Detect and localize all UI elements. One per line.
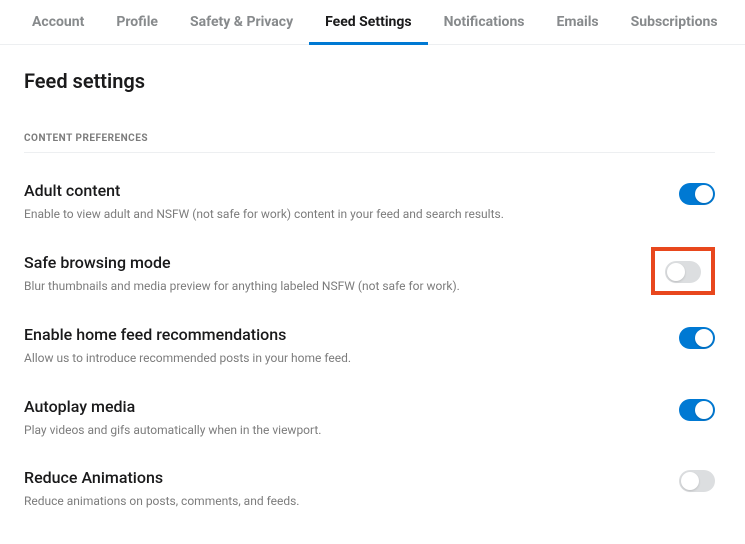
toggle-reduce-animations[interactable] xyxy=(679,470,715,492)
setting-reduce-animations: Reduce Animations Reduce animations on p… xyxy=(24,468,715,510)
section-label-content-preferences: CONTENT PREFERENCES xyxy=(24,133,715,153)
setting-home-feed-recommendations: Enable home feed recommendations Allow u… xyxy=(24,325,715,367)
toggle-knob xyxy=(681,472,699,490)
setting-text: Safe browsing mode Blur thumbnails and m… xyxy=(24,253,651,295)
page-title: Feed settings xyxy=(24,69,715,93)
setting-autoplay-media: Autoplay media Play videos and gifs auto… xyxy=(24,397,715,439)
setting-text: Reduce Animations Reduce animations on p… xyxy=(24,468,679,510)
highlight-box xyxy=(651,247,715,295)
setting-description: Blur thumbnails and media preview for an… xyxy=(24,278,631,295)
toggle-knob xyxy=(695,185,713,203)
tab-feed-settings[interactable]: Feed Settings xyxy=(309,0,427,44)
tab-safety-privacy[interactable]: Safety & Privacy xyxy=(174,0,309,44)
toggle-knob xyxy=(695,329,713,347)
content-area: Feed settings CONTENT PREFERENCES Adult … xyxy=(0,45,745,510)
toggle-autoplay-media[interactable] xyxy=(679,399,715,421)
setting-description: Reduce animations on posts, comments, an… xyxy=(24,493,659,510)
setting-description: Allow us to introduce recommended posts … xyxy=(24,350,659,367)
setting-text: Autoplay media Play videos and gifs auto… xyxy=(24,397,679,439)
tab-profile[interactable]: Profile xyxy=(100,0,174,44)
setting-description: Enable to view adult and NSFW (not safe … xyxy=(24,206,659,223)
settings-tabs: Account Profile Safety & Privacy Feed Se… xyxy=(0,0,745,45)
toggle-safe-browsing[interactable] xyxy=(665,261,701,283)
tab-subscriptions[interactable]: Subscriptions xyxy=(615,0,734,44)
toggle-adult-content[interactable] xyxy=(679,183,715,205)
tab-emails[interactable]: Emails xyxy=(541,0,615,44)
toggle-knob xyxy=(695,401,713,419)
setting-adult-content: Adult content Enable to view adult and N… xyxy=(24,181,715,223)
setting-title: Enable home feed recommendations xyxy=(24,325,659,344)
setting-safe-browsing: Safe browsing mode Blur thumbnails and m… xyxy=(24,253,715,295)
toggle-knob xyxy=(667,263,685,281)
setting-title: Reduce Animations xyxy=(24,468,659,487)
setting-title: Safe browsing mode xyxy=(24,253,631,272)
setting-text: Adult content Enable to view adult and N… xyxy=(24,181,679,223)
setting-text: Enable home feed recommendations Allow u… xyxy=(24,325,679,367)
setting-title: Autoplay media xyxy=(24,397,659,416)
setting-description: Play videos and gifs automatically when … xyxy=(24,422,659,439)
tab-account[interactable]: Account xyxy=(16,0,100,44)
setting-title: Adult content xyxy=(24,181,659,200)
toggle-home-feed-recommendations[interactable] xyxy=(679,327,715,349)
tab-notifications[interactable]: Notifications xyxy=(428,0,541,44)
